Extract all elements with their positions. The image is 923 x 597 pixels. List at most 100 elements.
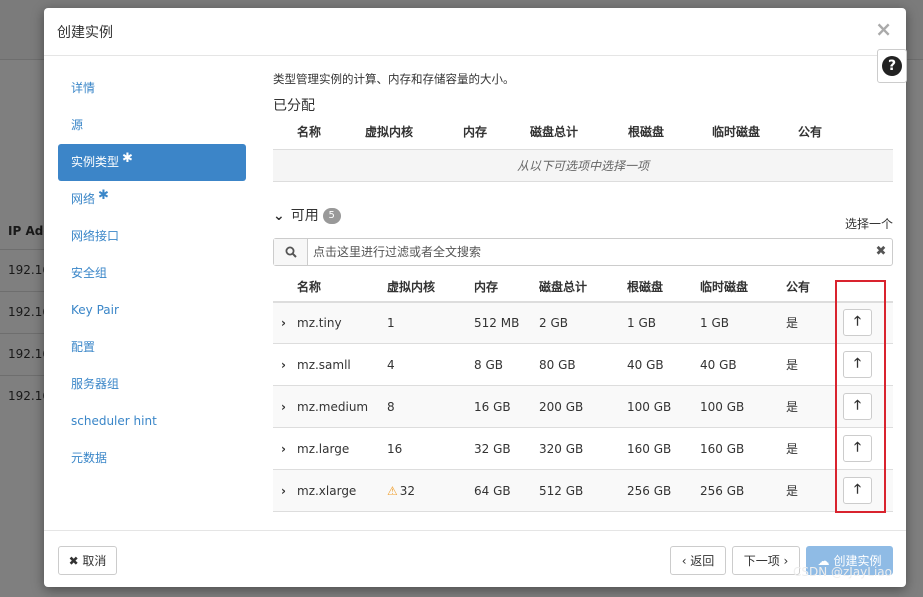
allocated-title: 已分配 xyxy=(273,98,315,114)
close-icon[interactable]: × xyxy=(875,17,892,41)
flavor-vcpus: 4 xyxy=(387,343,474,386)
flavor-ram: 512 MB xyxy=(474,301,539,344)
create-instance-modal: 创建实例 × ? 详情 源 实例类型 ✱ 网络 ✱ 网络接口 安全组 Key Pai… xyxy=(44,8,907,587)
flavor-vcpus: 32 xyxy=(399,483,416,498)
flavor-root-disk: 256 GB xyxy=(627,469,700,512)
flavor-public: 是 xyxy=(786,343,833,386)
modal-header: 创建实例 × xyxy=(44,8,906,56)
available-toggle[interactable]: ⌄ 可用 5 xyxy=(273,205,341,225)
nav-item-configuration[interactable]: 配置 xyxy=(58,329,246,366)
nav-item-source[interactable]: 源 xyxy=(58,107,246,144)
expand-row-icon[interactable]: › xyxy=(273,469,297,512)
table-row: › mz.samll 4 8 GB 80 GB 40 GB 40 GB 是 🡑 xyxy=(273,343,893,386)
flavor-vcpus: 1 xyxy=(387,301,474,344)
nav-item-label: 详情 xyxy=(71,81,96,95)
column-header-total-disk[interactable]: 磁盘总计 xyxy=(539,271,627,303)
nav-item-label: 网络接口 xyxy=(71,229,120,243)
nav-item-network-ports[interactable]: 网络接口 xyxy=(58,218,246,255)
flavor-ram: 32 GB xyxy=(474,427,539,470)
flavor-root-disk: 100 GB xyxy=(627,385,700,428)
flavor-total-disk: 512 GB xyxy=(539,469,627,512)
cancel-button[interactable]: ✖ 取消 xyxy=(58,546,117,575)
flavor-panel: 类型管理实例的计算、内存和存储容量的大小。 已分配 名称 虚拟内核 内存 磁盘总… xyxy=(273,70,893,512)
search-icon[interactable] xyxy=(274,238,308,265)
flavor-root-disk: 160 GB xyxy=(627,427,700,470)
nav-item-label: 服务器组 xyxy=(71,377,120,391)
column-header-total-disk[interactable]: 磁盘总计 xyxy=(530,115,628,149)
watermark: CSDN @zJayLiao xyxy=(792,565,892,579)
allocated-header-row: 名称 虚拟内核 内存 磁盘总计 根磁盘 临时磁盘 公有 xyxy=(273,115,893,149)
nav-item-flavor[interactable]: 实例类型 ✱ xyxy=(58,144,246,181)
flavor-total-disk: 200 GB xyxy=(539,385,627,428)
column-spacer xyxy=(273,115,297,149)
nav-item-networks[interactable]: 网络 ✱ xyxy=(58,181,246,218)
available-header-row: 名称 虚拟内核 内存 磁盘总计 根磁盘 临时磁盘 公有 xyxy=(273,271,893,303)
required-icon: ✱ xyxy=(122,151,133,166)
next-button[interactable]: 下一项 › xyxy=(732,546,800,575)
expand-row-icon[interactable]: › xyxy=(273,301,297,344)
available-header: ⌄ 可用 5 选择一个 xyxy=(273,194,893,238)
back-button[interactable]: ‹ 返回 xyxy=(670,546,726,575)
column-header-public[interactable]: 公有 xyxy=(798,115,893,149)
nav-item-server-groups[interactable]: 服务器组 xyxy=(58,366,246,403)
flavor-public: 是 xyxy=(786,385,833,428)
column-header-root-disk[interactable]: 根磁盘 xyxy=(628,115,712,149)
flavor-vcpus-cell: ⚠ 32 xyxy=(387,469,474,512)
search-bar: ✖ xyxy=(273,237,893,266)
flavor-total-disk: 320 GB xyxy=(539,427,627,470)
nav-item-details[interactable]: 详情 xyxy=(58,70,246,107)
expand-row-icon[interactable]: › xyxy=(273,385,297,428)
flavor-ephemeral-disk: 256 GB xyxy=(700,469,786,512)
flavor-ram: 64 GB xyxy=(474,469,539,512)
column-header-name[interactable]: 名称 xyxy=(297,271,387,303)
modal-footer: ✖ 取消 ‹ 返回 下一项 › ☁ 创建实例 CSDN @zJayLiao xyxy=(44,530,906,587)
warning-icon: ⚠ xyxy=(387,483,398,498)
column-spacer xyxy=(273,271,297,303)
annotation-highlight-box xyxy=(835,280,886,513)
flavor-public: 是 xyxy=(786,427,833,470)
chevron-down-icon: ⌄ xyxy=(273,207,285,224)
expand-row-icon[interactable]: › xyxy=(273,343,297,386)
search-input[interactable] xyxy=(308,238,870,265)
flavor-public: 是 xyxy=(786,301,833,344)
column-header-public[interactable]: 公有 xyxy=(786,271,833,303)
flavor-name: mz.medium xyxy=(297,385,387,428)
column-header-ephemeral-disk[interactable]: 临时磁盘 xyxy=(712,115,798,149)
nav-item-key-pair[interactable]: Key Pair xyxy=(58,292,246,329)
flavor-description: 类型管理实例的计算、内存和存储容量的大小。 xyxy=(273,72,515,86)
flavor-name: mz.xlarge xyxy=(297,469,387,512)
table-row: › mz.large 16 32 GB 320 GB 160 GB 160 GB… xyxy=(273,427,893,470)
required-icon: ✱ xyxy=(98,188,109,203)
flavor-public: 是 xyxy=(786,469,833,512)
flavor-ephemeral-disk: 100 GB xyxy=(700,385,786,428)
available-count-badge: 5 xyxy=(322,207,341,224)
nav-item-metadata[interactable]: 元数据 xyxy=(58,440,246,477)
flavor-name: mz.tiny xyxy=(297,301,387,344)
table-row: › mz.medium 8 16 GB 200 GB 100 GB 100 GB… xyxy=(273,385,893,428)
select-one-hint: 选择一个 xyxy=(844,216,893,231)
flavor-total-disk: 2 GB xyxy=(539,301,627,344)
column-header-root-disk[interactable]: 根磁盘 xyxy=(627,271,700,303)
flavor-vcpus: 16 xyxy=(387,427,474,470)
column-header-ephemeral-disk[interactable]: 临时磁盘 xyxy=(700,271,786,303)
flavor-ram: 16 GB xyxy=(474,385,539,428)
wizard-nav: 详情 源 实例类型 ✱ 网络 ✱ 网络接口 安全组 Key Pair 配置 服务器组… xyxy=(58,70,246,477)
flavor-total-disk: 80 GB xyxy=(539,343,627,386)
flavor-root-disk: 40 GB xyxy=(627,343,700,386)
nav-item-label: 实例类型 xyxy=(71,155,120,169)
column-header-vcpus[interactable]: 虚拟内核 xyxy=(387,271,474,303)
clear-icon[interactable]: ✖ xyxy=(870,239,892,265)
expand-row-icon[interactable]: › xyxy=(273,427,297,470)
nav-item-security-groups[interactable]: 安全组 xyxy=(58,255,246,292)
nav-item-scheduler-hints[interactable]: scheduler hint xyxy=(58,403,246,440)
column-header-vcpus[interactable]: 虚拟内核 xyxy=(365,115,463,149)
column-header-ram[interactable]: 内存 xyxy=(463,115,530,149)
nav-item-label: 源 xyxy=(71,118,84,132)
available-title: 可用 xyxy=(290,207,319,224)
allocated-empty-message: 从以下可选项中选择一项 xyxy=(273,148,893,182)
nav-item-label: scheduler hint xyxy=(71,414,157,428)
flavor-vcpus: 8 xyxy=(387,385,474,428)
allocated-table: 名称 虚拟内核 内存 磁盘总计 根磁盘 临时磁盘 公有 从以下可选项中选择一项 xyxy=(273,115,893,182)
column-header-name[interactable]: 名称 xyxy=(297,115,365,149)
column-header-ram[interactable]: 内存 xyxy=(474,271,539,303)
